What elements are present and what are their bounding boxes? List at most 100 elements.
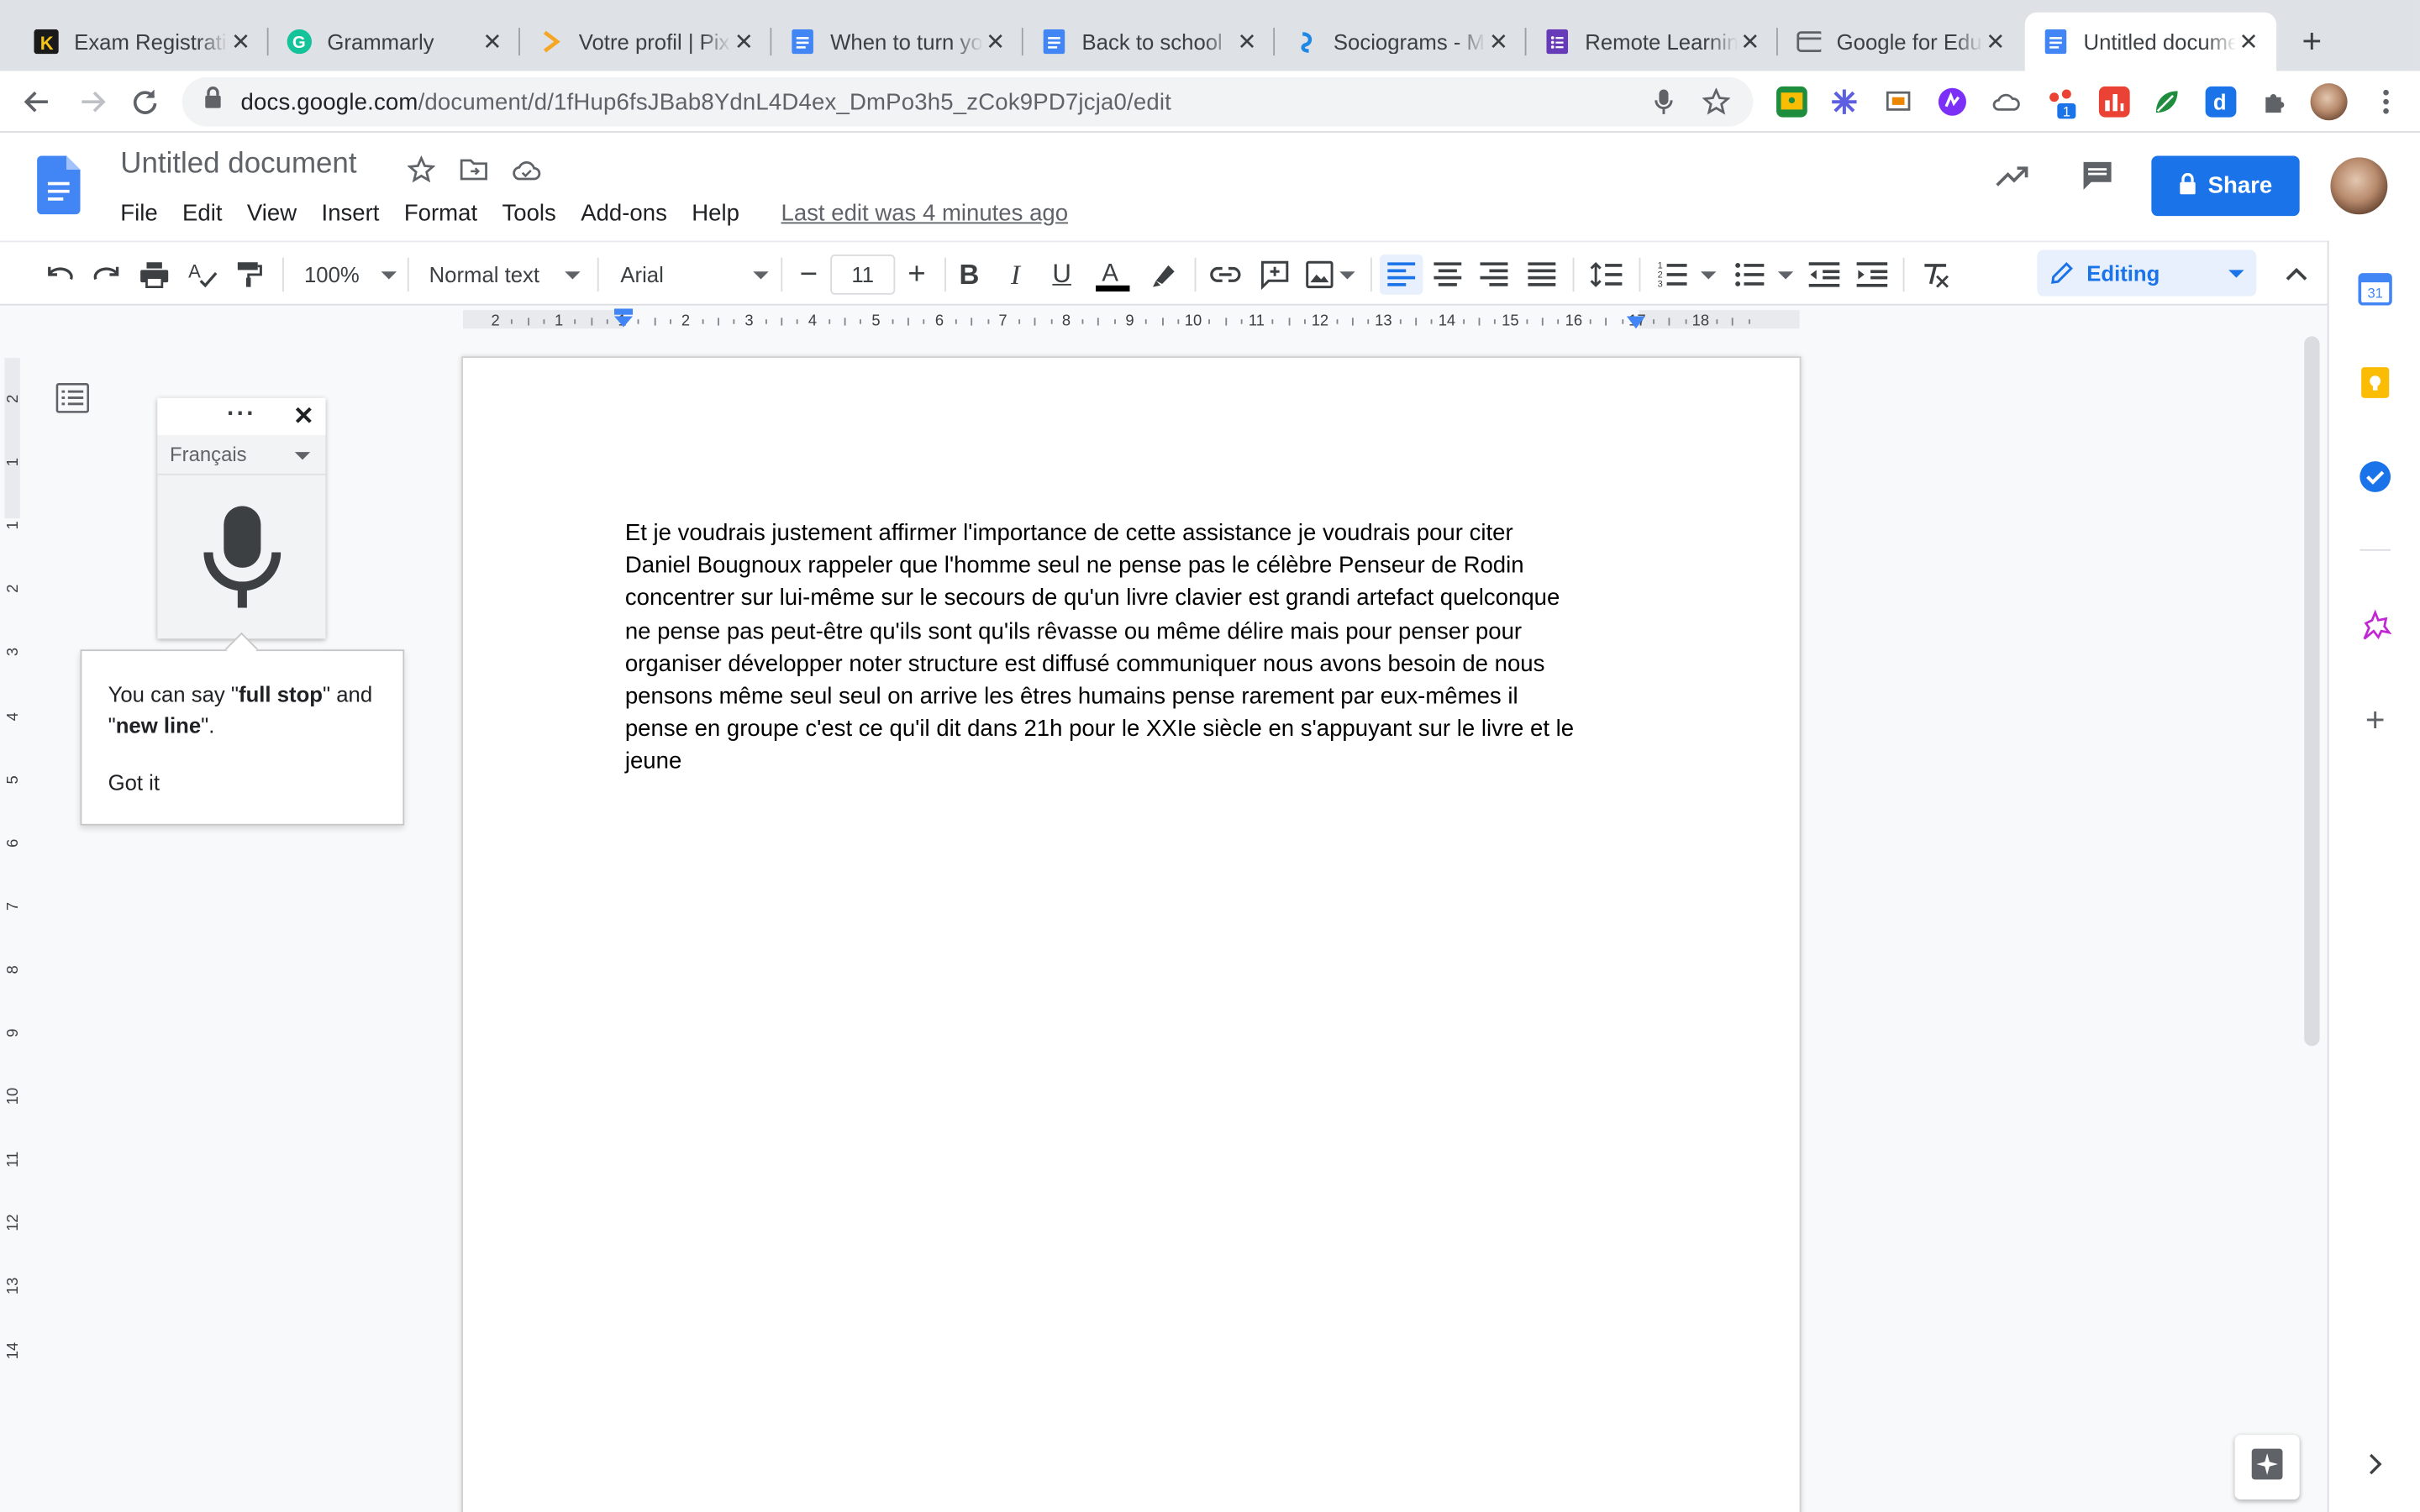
increase-indent-icon[interactable] bbox=[1854, 255, 1891, 295]
align-right-icon[interactable] bbox=[1476, 255, 1512, 295]
close-tab-icon[interactable]: ✕ bbox=[1486, 28, 1511, 55]
close-icon[interactable]: ✕ bbox=[293, 402, 314, 433]
right-indent-marker[interactable] bbox=[1625, 312, 1647, 339]
close-tab-icon[interactable]: ✕ bbox=[480, 28, 504, 55]
puzzle-extensions-icon[interactable] bbox=[2260, 87, 2291, 118]
close-tab-icon[interactable]: ✕ bbox=[1234, 28, 1259, 55]
clear-formatting-icon[interactable] bbox=[1917, 255, 1954, 295]
cloud-extension-icon[interactable] bbox=[1991, 87, 2022, 118]
last-edit-link[interactable]: Last edit was 4 minutes ago bbox=[771, 197, 1077, 230]
tab-google-for-education[interactable]: Google for Education ✕ bbox=[1778, 13, 2023, 71]
document-title[interactable]: Untitled document bbox=[120, 148, 356, 181]
numbered-list-icon[interactable]: 123 bbox=[1655, 255, 1719, 295]
tab-back-to-school[interactable]: Back to school ✕ bbox=[1023, 13, 1276, 71]
cloud-saved-icon[interactable] bbox=[509, 155, 543, 186]
language-select[interactable]: Français bbox=[157, 434, 326, 475]
more-options-icon[interactable]: ··· bbox=[227, 402, 256, 429]
justify-icon[interactable] bbox=[1523, 255, 1560, 295]
reload-icon[interactable] bbox=[127, 83, 164, 120]
print-icon[interactable] bbox=[137, 255, 171, 295]
document-outline-icon[interactable] bbox=[55, 383, 89, 414]
tab-pix[interactable]: Votre profil | Pix ✕ bbox=[520, 13, 772, 71]
comments-icon[interactable] bbox=[2079, 157, 2116, 202]
expand-panel-icon[interactable] bbox=[2358, 1447, 2391, 1481]
paragraph-style-select[interactable]: Normal text bbox=[429, 255, 584, 295]
close-tab-icon[interactable]: ✕ bbox=[983, 28, 1007, 55]
calendar-icon[interactable]: 31 bbox=[2358, 271, 2392, 306]
left-indent-marker[interactable] bbox=[613, 308, 634, 338]
undo-icon[interactable] bbox=[43, 255, 76, 295]
new-tab-icon[interactable]: + bbox=[2293, 22, 2330, 62]
paint-format-icon[interactable] bbox=[232, 255, 266, 295]
purple-extension-icon[interactable] bbox=[1937, 87, 1968, 118]
tab-remote-learning[interactable]: Remote Learning ✕ bbox=[1526, 13, 1778, 71]
menu-addons[interactable]: Add-ons bbox=[571, 197, 676, 230]
document-body[interactable]: Et je voudrais justement affirmer l'impo… bbox=[625, 517, 1660, 779]
close-tab-icon[interactable]: ✕ bbox=[1738, 28, 1762, 55]
zoom-select[interactable]: 100% bbox=[302, 255, 398, 295]
italic-icon[interactable]: I bbox=[1000, 255, 1031, 295]
add-comment-icon[interactable] bbox=[1256, 255, 1293, 295]
address-bar[interactable]: docs.google.com/document/d/1fHup6fsJBab8… bbox=[182, 76, 1754, 127]
share-button[interactable]: Share bbox=[2151, 155, 2300, 217]
align-left-icon[interactable] bbox=[1380, 255, 1423, 295]
underline-icon[interactable]: U bbox=[1046, 255, 1077, 295]
got-it-button[interactable]: Got it bbox=[108, 770, 160, 795]
font-size-input[interactable]: 11 bbox=[830, 255, 896, 295]
line-spacing-icon[interactable] bbox=[1586, 255, 1627, 295]
bulleted-list-icon[interactable] bbox=[1732, 255, 1797, 295]
move-folder-icon[interactable] bbox=[457, 155, 491, 186]
menu-file[interactable]: File bbox=[111, 197, 166, 230]
account-avatar[interactable] bbox=[2330, 157, 2388, 215]
decrease-indent-icon[interactable] bbox=[1806, 255, 1843, 295]
editing-mode-select[interactable]: Editing bbox=[2037, 249, 2257, 297]
collapse-toolbar-icon[interactable] bbox=[2278, 255, 2315, 295]
star-icon[interactable] bbox=[404, 155, 438, 186]
back-icon[interactable] bbox=[18, 83, 55, 120]
close-tab-icon[interactable]: ✕ bbox=[1983, 28, 2007, 55]
close-tab-icon[interactable]: ✕ bbox=[732, 28, 756, 55]
menu-insert[interactable]: Insert bbox=[313, 197, 389, 230]
chrome-menu-icon[interactable] bbox=[2367, 83, 2404, 120]
classroom-extension-icon[interactable] bbox=[1776, 86, 1807, 118]
vertical-scrollbar[interactable] bbox=[2304, 336, 2320, 1047]
tab-sociograms[interactable]: Sociograms - M ✕ bbox=[1275, 13, 1527, 71]
microphone-icon[interactable] bbox=[203, 506, 281, 615]
insert-image-icon[interactable] bbox=[1302, 255, 1358, 295]
explore-button[interactable] bbox=[2234, 1435, 2300, 1500]
tab-grammarly[interactable]: G Grammarly ✕ bbox=[269, 13, 520, 71]
bookmark-star-icon[interactable] bbox=[1701, 87, 1732, 118]
insert-link-icon[interactable] bbox=[1207, 255, 1244, 295]
close-tab-icon[interactable]: ✕ bbox=[2236, 28, 2260, 55]
share-extension-icon[interactable]: 1 bbox=[2045, 87, 2076, 120]
d-extension-icon[interactable]: d bbox=[2205, 86, 2237, 118]
activity-trend-icon[interactable] bbox=[1994, 157, 2031, 202]
leaf-extension-icon[interactable] bbox=[2151, 87, 2182, 118]
docs-logo-icon[interactable] bbox=[37, 155, 81, 215]
profile-avatar[interactable] bbox=[2310, 83, 2348, 121]
spellcheck-icon[interactable]: A bbox=[185, 255, 218, 295]
menu-edit[interactable]: Edit bbox=[173, 197, 232, 230]
tab-exam-registration[interactable]: K Exam Registration ✕ bbox=[15, 13, 269, 71]
keep-icon[interactable] bbox=[2358, 365, 2391, 399]
decrease-font-size-icon[interactable]: − bbox=[790, 255, 827, 295]
menu-view[interactable]: View bbox=[238, 197, 306, 230]
menu-tools[interactable]: Tools bbox=[492, 197, 565, 230]
bold-icon[interactable]: B bbox=[954, 255, 985, 295]
menu-format[interactable]: Format bbox=[395, 197, 487, 230]
snowflake-extension-icon[interactable] bbox=[1828, 87, 1860, 118]
font-select[interactable]: Arial bbox=[620, 255, 771, 295]
increase-font-size-icon[interactable]: + bbox=[898, 255, 935, 295]
cast-extension-icon[interactable] bbox=[1883, 87, 1914, 118]
tab-untitled-document[interactable]: Untitled document ✕ bbox=[2024, 12, 2277, 71]
add-addon-icon[interactable]: + bbox=[2358, 703, 2391, 738]
unicorn-addon-icon[interactable] bbox=[2358, 608, 2392, 642]
tab-when-to-turn[interactable]: When to turn your ✕ bbox=[771, 13, 1023, 71]
forward-icon[interactable] bbox=[74, 83, 111, 120]
redo-icon[interactable] bbox=[90, 255, 124, 295]
menu-help[interactable]: Help bbox=[682, 197, 749, 230]
chart-extension-icon[interactable] bbox=[2098, 86, 2130, 118]
text-color-icon[interactable]: A bbox=[1092, 255, 1133, 295]
align-center-icon[interactable] bbox=[1429, 255, 1466, 295]
close-tab-icon[interactable]: ✕ bbox=[229, 28, 253, 55]
